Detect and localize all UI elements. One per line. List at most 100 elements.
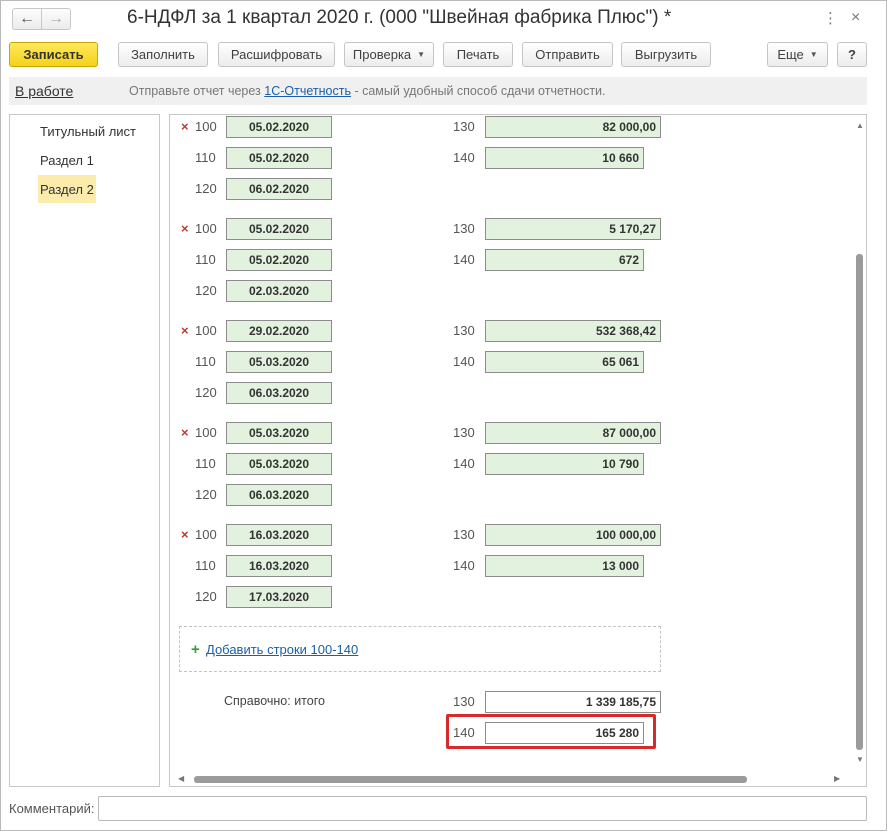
line-code: 130 <box>453 119 475 134</box>
section-2-form: × 100 05.02.2020 130 82 000,00 110 05.02… <box>169 114 867 787</box>
line-130-amount-field[interactable]: 87 000,00 <box>485 422 661 444</box>
line-code: 100 <box>195 221 217 236</box>
line-100-row: × 100 05.02.2020 130 5 170,27 <box>170 217 850 241</box>
line-100-date-field[interactable]: 05.02.2020 <box>226 116 332 138</box>
line-140-amount-field[interactable]: 10 660 <box>485 147 644 169</box>
horizontal-scroll-thumb[interactable] <box>194 776 747 783</box>
line-140-amount-field[interactable]: 10 790 <box>485 453 644 475</box>
send-button[interactable]: Отправить <box>522 42 613 67</box>
line-code: 130 <box>453 527 475 542</box>
line-100-row: × 100 05.02.2020 130 82 000,00 <box>170 115 850 139</box>
vertical-scrollbar[interactable]: ▲ ▼ <box>854 115 866 775</box>
line-140-amount-field[interactable]: 672 <box>485 249 644 271</box>
info-text-before: Отправьте отчет через <box>129 84 265 98</box>
line-code: 100 <box>195 119 217 134</box>
comment-input[interactable] <box>98 796 867 821</box>
line-110-date-field[interactable]: 05.02.2020 <box>226 147 332 169</box>
scroll-right-icon[interactable]: ▶ <box>834 774 840 783</box>
line-code: 110 <box>195 354 216 369</box>
line-130-amount-field[interactable]: 5 170,27 <box>485 218 661 240</box>
status-link[interactable]: В работе <box>15 83 73 99</box>
arrow-right-icon: → <box>48 10 64 27</box>
more-button-label: Еще <box>777 47 804 62</box>
line-code: 120 <box>195 589 217 604</box>
section-1[interactable]: Раздел 1 <box>38 146 96 174</box>
line-code: 130 <box>453 221 475 236</box>
line-100-date-field[interactable]: 16.03.2020 <box>226 524 332 546</box>
scroll-left-icon[interactable]: ◀ <box>178 774 184 783</box>
line-110-date-field[interactable]: 05.02.2020 <box>226 249 332 271</box>
line-code: 140 <box>453 252 475 267</box>
line-130-amount-field[interactable]: 82 000,00 <box>485 116 661 138</box>
totals-130-row: Справочно: итого 130 1 339 185,75 <box>170 690 850 714</box>
sections-panel: Титульный лист Раздел 1 Раздел 2 <box>9 114 160 787</box>
line-120-row: 120 06.02.2020 <box>170 177 850 201</box>
line-code: 110 <box>195 456 216 471</box>
line-120-date-field[interactable]: 17.03.2020 <box>226 586 332 608</box>
line-110-row: 110 05.03.2020 140 65 061 <box>170 350 850 374</box>
more-menu-icon[interactable]: ⋮ <box>823 9 838 27</box>
line-code: 120 <box>195 181 217 196</box>
line-100-date-field[interactable]: 05.03.2020 <box>226 422 332 444</box>
info-bar: В работе Отправьте отчет через 1С-Отчетн… <box>9 77 867 105</box>
line-110-date-field[interactable]: 05.03.2020 <box>226 453 332 475</box>
line-110-row: 110 16.03.2020 140 13 000 <box>170 554 850 578</box>
line-110-date-field[interactable]: 05.03.2020 <box>226 351 332 373</box>
line-120-row: 120 06.03.2020 <box>170 483 850 507</box>
plus-icon[interactable]: + <box>191 641 200 658</box>
line-120-date-field[interactable]: 06.03.2020 <box>226 382 332 404</box>
line-120-row: 120 02.03.2020 <box>170 279 850 303</box>
line-140-amount-field[interactable]: 65 061 <box>485 351 644 373</box>
back-button[interactable]: ← <box>12 8 42 30</box>
line-code: 110 <box>195 558 216 573</box>
line-code: 120 <box>195 487 217 502</box>
close-icon[interactable]: × <box>851 9 860 27</box>
line-code: 140 <box>453 150 475 165</box>
line-100-date-field[interactable]: 29.02.2020 <box>226 320 332 342</box>
info-text-after: - самый удобный способ сдачи отчетности. <box>350 84 606 98</box>
delete-block-icon[interactable]: × <box>181 425 189 440</box>
line-120-row: 120 06.03.2020 <box>170 381 850 405</box>
check-button[interactable]: Проверка ▼ <box>344 42 434 67</box>
line-110-row: 110 05.03.2020 140 10 790 <box>170 452 850 476</box>
add-rows-link[interactable]: Добавить строки 100-140 <box>206 642 358 657</box>
section-2[interactable]: Раздел 2 <box>38 175 96 203</box>
line-code: 130 <box>453 425 475 440</box>
delete-block-icon[interactable]: × <box>181 119 189 134</box>
line-120-row: 120 17.03.2020 <box>170 585 850 609</box>
line-130-amount-field[interactable]: 100 000,00 <box>485 524 661 546</box>
line-code: 130 <box>453 694 475 709</box>
line-130-amount-field[interactable]: 532 368,42 <box>485 320 661 342</box>
scroll-down-icon[interactable]: ▼ <box>856 755 864 764</box>
reporting-link[interactable]: 1С-Отчетность <box>264 84 351 98</box>
line-140-amount-field[interactable]: 13 000 <box>485 555 644 577</box>
print-button[interactable]: Печать <box>443 42 513 67</box>
line-120-date-field[interactable]: 06.03.2020 <box>226 484 332 506</box>
delete-block-icon[interactable]: × <box>181 221 189 236</box>
fill-button[interactable]: Заполнить <box>118 42 208 67</box>
line-code: 100 <box>195 425 217 440</box>
line-code: 120 <box>195 385 217 400</box>
save-button[interactable]: Записать <box>9 42 98 67</box>
line-code: 100 <box>195 323 217 338</box>
line-100-date-field[interactable]: 05.02.2020 <box>226 218 332 240</box>
scroll-up-icon[interactable]: ▲ <box>856 121 864 130</box>
line-code: 120 <box>195 283 217 298</box>
delete-block-icon[interactable]: × <box>181 527 189 542</box>
more-button[interactable]: Еще ▼ <box>767 42 828 67</box>
export-button[interactable]: Выгрузить <box>621 42 711 67</box>
totals-label: Справочно: итого <box>224 694 325 708</box>
delete-block-icon[interactable]: × <box>181 323 189 338</box>
forward-button[interactable]: → <box>41 8 71 30</box>
decode-button[interactable]: Расшифровать <box>218 42 335 67</box>
help-button[interactable]: ? <box>837 42 867 67</box>
section-title-page[interactable]: Титульный лист <box>38 117 138 145</box>
highlight-frame <box>446 714 656 749</box>
line-120-date-field[interactable]: 06.02.2020 <box>226 178 332 200</box>
line-code: 110 <box>195 150 216 165</box>
horizontal-scrollbar[interactable]: ◀ ▶ <box>170 773 854 785</box>
vertical-scroll-thumb[interactable] <box>856 254 863 750</box>
line-110-date-field[interactable]: 16.03.2020 <box>226 555 332 577</box>
line-110-row: 110 05.02.2020 140 672 <box>170 248 850 272</box>
line-120-date-field[interactable]: 02.03.2020 <box>226 280 332 302</box>
